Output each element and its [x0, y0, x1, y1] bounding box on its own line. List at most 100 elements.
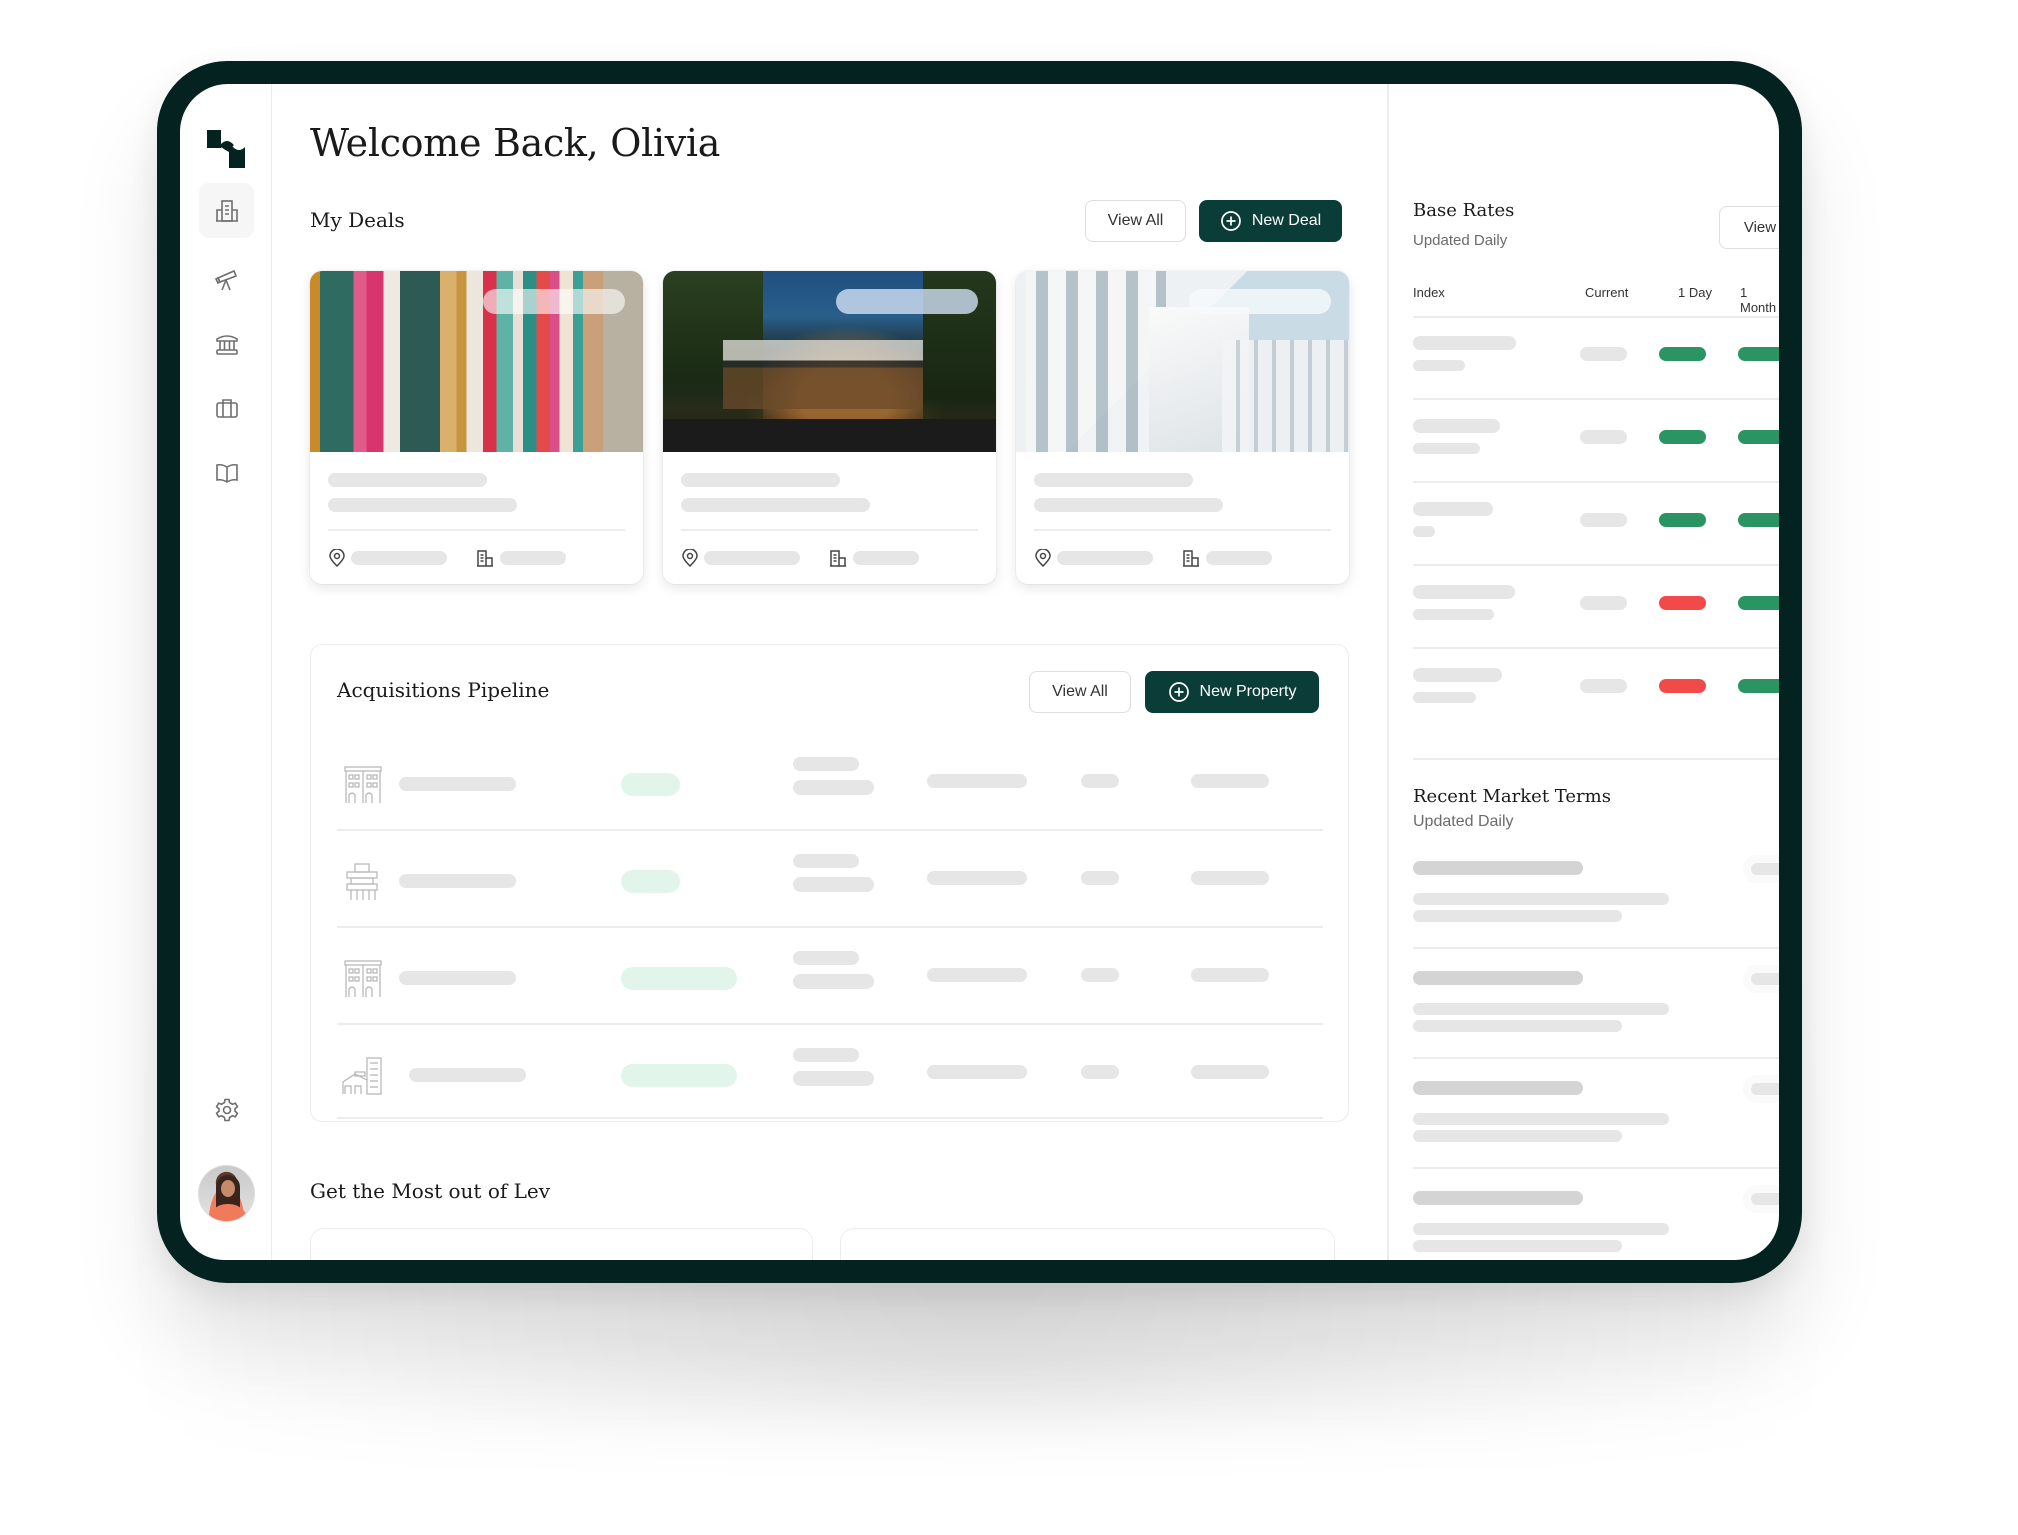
apartment-building-icon — [344, 766, 382, 803]
term-title-placeholder — [1413, 971, 1583, 985]
base-rates-title: Base Rates — [1413, 200, 1515, 221]
1-month-change-up — [1738, 513, 1779, 527]
index-name-placeholder — [1413, 668, 1502, 682]
term-line-placeholder — [1413, 1223, 1669, 1235]
bank-icon — [215, 334, 238, 355]
new-deal-button[interactable]: New Deal — [1199, 200, 1342, 242]
term-badge-placeholder — [1751, 863, 1779, 875]
image-badge — [483, 289, 625, 314]
sidebar-item-explore[interactable] — [199, 252, 254, 307]
pipeline-row[interactable] — [311, 939, 1348, 1036]
pipeline-row[interactable] — [311, 842, 1348, 939]
term-badge-placeholder — [1751, 1193, 1779, 1205]
tip-card[interactable]: ✕ — [840, 1228, 1335, 1260]
pipeline-view-all-button[interactable]: View All — [1029, 671, 1131, 713]
term-line-placeholder — [1413, 1240, 1622, 1252]
map-pin-icon — [329, 549, 345, 567]
market-term-row[interactable] — [1413, 971, 1779, 1081]
close-icon[interactable]: ✕ — [771, 1257, 784, 1260]
1-day-change-down — [1659, 596, 1706, 610]
index-detail-placeholder — [1413, 443, 1480, 454]
sidebar-item-resources[interactable] — [199, 445, 254, 500]
market-term-row[interactable] — [1413, 861, 1779, 971]
row-divider — [1413, 1057, 1779, 1059]
term-line-placeholder — [1413, 1113, 1669, 1125]
1-month-change-up — [1738, 430, 1779, 444]
tip-card[interactable]: ✕ — [310, 1228, 813, 1260]
sidebar — [180, 84, 272, 1260]
row-divider — [1413, 947, 1779, 949]
pipeline-row[interactable] — [311, 745, 1348, 842]
close-icon[interactable]: ✕ — [1293, 1257, 1306, 1260]
market-term-row[interactable] — [1413, 1081, 1779, 1191]
column-header-1-day: 1 Day — [1678, 285, 1712, 300]
image-badge — [1189, 289, 1331, 314]
gear-icon — [215, 1098, 238, 1121]
1-day-change-up — [1659, 513, 1706, 527]
base-rate-row[interactable] — [1413, 399, 1779, 482]
briefcase-icon — [215, 398, 238, 418]
column-header-current: Current — [1585, 285, 1629, 300]
my-deals-title: My Deals — [310, 208, 405, 232]
page-title: Welcome Back, Olivia — [310, 121, 721, 165]
term-badge-placeholder — [1751, 973, 1779, 985]
new-property-button[interactable]: New Property — [1145, 671, 1319, 713]
1-month-change-up — [1738, 347, 1779, 361]
book-icon — [215, 463, 238, 483]
market-terms-subtitle: Updated Daily — [1413, 813, 1514, 830]
1-day-change-down — [1659, 679, 1706, 693]
pipeline-row[interactable] — [311, 1036, 1348, 1123]
base-rates-view-all-button[interactable]: View All — [1719, 206, 1779, 249]
index-detail-placeholder — [1413, 360, 1465, 371]
deals-view-all-button[interactable]: View All — [1085, 200, 1186, 242]
base-rate-row[interactable] — [1413, 316, 1779, 399]
avatar[interactable] — [198, 1165, 255, 1222]
1-day-change-up — [1659, 430, 1706, 444]
pipeline-title: Acquisitions Pipeline — [337, 678, 550, 702]
sidebar-item-lenders[interactable] — [199, 316, 254, 371]
deal-image-white-apartment — [1016, 271, 1349, 452]
map-pin-icon — [1035, 549, 1051, 567]
current-value-placeholder — [1580, 513, 1627, 527]
column-header-index: Index — [1413, 285, 1445, 300]
acquisitions-pipeline-panel: Acquisitions Pipeline View All New Prope… — [310, 644, 1349, 1122]
index-name-placeholder — [1413, 502, 1493, 516]
current-value-placeholder — [1580, 430, 1627, 444]
base-rate-row[interactable] — [1413, 565, 1779, 648]
plus-circle-icon — [1220, 211, 1241, 231]
term-line-placeholder — [1413, 1130, 1622, 1142]
term-line-placeholder — [1413, 1020, 1622, 1032]
term-title-placeholder — [1413, 1081, 1583, 1095]
base-rate-row[interactable] — [1413, 648, 1779, 731]
settings-button[interactable] — [199, 1082, 254, 1137]
deal-card[interactable] — [310, 271, 643, 584]
mixed-use-building-icon — [342, 1057, 382, 1095]
term-line-placeholder — [1413, 893, 1669, 905]
image-badge — [836, 289, 978, 314]
index-detail-placeholder — [1413, 609, 1494, 620]
index-name-placeholder — [1413, 419, 1500, 433]
new-deal-label: New Deal — [1251, 212, 1322, 229]
current-value-placeholder — [1580, 679, 1627, 693]
deal-card[interactable] — [663, 271, 996, 584]
building-icon — [830, 550, 846, 567]
1-month-change-up — [1738, 679, 1779, 693]
deals-view-all-label: View All — [1107, 212, 1164, 229]
plus-circle-icon — [1168, 682, 1189, 702]
base-rates-subtitle: Updated Daily — [1413, 232, 1508, 249]
right-panel-divider — [1387, 84, 1389, 1260]
deal-card[interactable] — [1016, 271, 1349, 584]
building-icon — [215, 199, 238, 222]
sidebar-item-properties[interactable] — [199, 183, 254, 238]
market-terms-title: Recent Market Terms — [1413, 786, 1611, 807]
column-header-1-month: 1 Month — [1740, 285, 1777, 315]
base-rate-row[interactable] — [1413, 482, 1779, 565]
lev-logo[interactable] — [207, 130, 245, 168]
market-term-row[interactable] — [1413, 1191, 1779, 1260]
tips-title: Get the Most out of Lev — [310, 1179, 551, 1203]
term-title-placeholder — [1413, 1191, 1583, 1205]
index-name-placeholder — [1413, 585, 1515, 599]
term-line-placeholder — [1413, 1003, 1669, 1015]
sidebar-item-portfolio[interactable] — [199, 380, 254, 435]
new-property-label: New Property — [1199, 683, 1297, 700]
